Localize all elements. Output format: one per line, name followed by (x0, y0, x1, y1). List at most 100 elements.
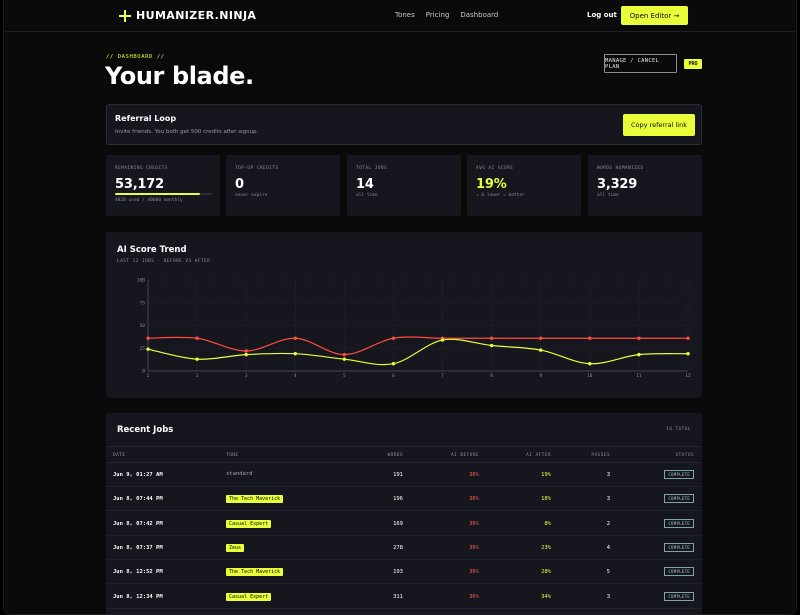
nav-links: Tones Pricing Dashboard (395, 11, 498, 19)
series-point (195, 357, 199, 361)
app-window: HUMANIZER.NINJA Tones Pricing Dashboard … (3, 0, 797, 615)
series-point (244, 352, 248, 357)
series-point (293, 352, 297, 356)
stat-value: 14 (356, 177, 374, 192)
recent-jobs-card: Recent Jobs 14 TOTAL DATE TONE WORDS AI … (106, 413, 702, 614)
job-status: COMPLETE (664, 542, 694, 552)
series-point (342, 352, 347, 357)
job-status: COMPLETE (664, 470, 694, 479)
series-point (342, 357, 347, 361)
series-point (539, 336, 543, 340)
series-point (489, 336, 494, 340)
status-badge: COMPLETE (664, 494, 694, 504)
open-editor-button[interactable]: Open Editor → (621, 6, 688, 25)
series-point (440, 338, 445, 342)
stat-sub: all time (597, 193, 619, 198)
series-point (293, 336, 297, 340)
stat-label: TOTAL JOBS (356, 166, 388, 171)
job-ai-after: 19% (541, 472, 551, 478)
job-ai-before: 36% (469, 569, 479, 576)
column-header-passes: PASSES (591, 453, 610, 458)
job-ai-after: 23% (541, 544, 551, 551)
tone-tag: Casual Expert (226, 519, 272, 528)
job-ai-after: 34% (541, 593, 551, 600)
stat-sub: 4828 used / 40000 monthly (115, 198, 183, 203)
stat-value: 0 (235, 177, 244, 192)
job-passes: 3 (606, 496, 610, 503)
y-tick-label: 25 (140, 346, 146, 352)
shuriken-icon (119, 9, 131, 22)
job-date: Jun 9, 01:27 AM (113, 472, 163, 478)
job-words: 193 (393, 569, 403, 576)
logout-button[interactable]: Log out (587, 11, 617, 19)
table-row[interactable]: Jun 8, 07:42 PM Casual Expert 169 36% 8% 2 COM… (106, 512, 702, 536)
status-badge: COMPLETE (664, 470, 694, 479)
job-tone: Casual Expert (226, 519, 272, 528)
job-tone: standard (226, 471, 253, 477)
job-date: Jun 8, 07:44 PM (113, 496, 163, 503)
referral-title: Referral Loop (115, 114, 177, 123)
job-status: COMPLETE (664, 567, 694, 577)
series-point (391, 362, 396, 366)
stat-card-remaining-credits: REMAINING CREDITS 53,172 4828 used / 400… (106, 155, 220, 216)
status-badge: COMPLETE (664, 591, 694, 601)
x-tick-label: 1 (147, 373, 150, 379)
job-words: 169 (393, 520, 403, 527)
status-badge: COMPLETE (664, 542, 694, 552)
job-words: 191 (393, 472, 403, 478)
stat-value: 3,329 (597, 177, 638, 192)
job-ai-after: 8% (544, 520, 551, 527)
y-tick-label: 50 (140, 323, 146, 329)
copy-referral-link-button[interactable]: Copy referral link (623, 114, 695, 136)
plan-badge: PRO (684, 59, 702, 69)
job-date: Jun 8, 07:37 PM (113, 544, 163, 551)
job-words: 196 (393, 496, 403, 503)
table-row[interactable]: Jun 8, 12:34 PM Casual Expert 311 36% 34% 3 CO… (106, 585, 702, 609)
stat-value: 53,172 (115, 177, 164, 192)
job-passes: 3 (606, 593, 610, 600)
job-ai-after: 28% (541, 569, 551, 576)
table-row[interactable]: Jun 8, 07:44 PM The Tech Maverick 196 36% 18… (106, 487, 702, 512)
y-tick-label: 0 (142, 369, 145, 375)
stat-card-avg-ai-score: AVG AI SCORE 19% ↘ & lower = better (467, 155, 581, 216)
tone-tag: The Tech Maverick (226, 495, 284, 504)
referral-subtitle: Invite friends. You both get 500 credits… (115, 129, 259, 135)
job-ai-before: 36% (469, 496, 479, 503)
column-header-ai-before: AI BEFORE (451, 453, 479, 458)
job-ai-before: 36% (469, 472, 479, 478)
table-row[interactable]: Jun 8, 07:37 PM Zeus 278 36% 23% 4 COMPLETE (106, 536, 702, 560)
tone-text: standard (226, 471, 253, 477)
job-passes: 5 (606, 569, 610, 576)
series-point (195, 336, 199, 340)
nav-link-dashboard[interactable]: Dashboard (460, 11, 498, 19)
table-row[interactable]: Jun 9, 01:27 AM standard 191 36% 19% 3 COMPLET… (106, 463, 702, 487)
stat-value: 19% (476, 177, 507, 192)
referral-card: Referral Loop Invite friends. You both g… (106, 104, 702, 145)
logo[interactable]: HUMANIZER.NINJA (119, 9, 256, 22)
job-status: COMPLETE (664, 591, 694, 601)
column-header-words: WORDS (387, 453, 403, 458)
manage-plan-button[interactable]: MANAGE / CANCEL PLAN (604, 54, 677, 73)
x-tick-label: 11 (636, 373, 642, 379)
x-tick-label: 5 (343, 373, 346, 379)
y-tick-label: 100 (137, 278, 145, 284)
series-point (244, 349, 248, 353)
job-ai-after: 18% (541, 496, 551, 503)
top-nav: HUMANIZER.NINJA Tones Pricing Dashboard … (4, 0, 796, 32)
job-passes: 2 (606, 520, 610, 527)
stat-sub: never expire (235, 193, 268, 198)
status-badge: COMPLETE (664, 567, 694, 577)
page-title: Your blade. (105, 62, 254, 90)
table-row[interactable]: Jun 8, 12:52 PM The Tech Maverick 193 36% 28… (106, 560, 702, 585)
y-tick-label: 75 (140, 300, 146, 306)
jobs-total: 14 TOTAL (666, 427, 691, 432)
x-tick-label: 6 (392, 373, 395, 379)
nav-link-tones[interactable]: Tones (395, 11, 415, 19)
x-tick-label: 4 (294, 373, 297, 379)
nav-link-pricing[interactable]: Pricing (426, 11, 450, 19)
credits-progress-bar (115, 193, 212, 195)
series-point (146, 347, 150, 351)
table-header: DATE TONE WORDS AI BEFORE AI AFTER PASSE… (106, 446, 702, 463)
job-tone: The Tech Maverick (226, 495, 284, 504)
job-date: Jun 8, 07:42 PM (113, 520, 163, 527)
